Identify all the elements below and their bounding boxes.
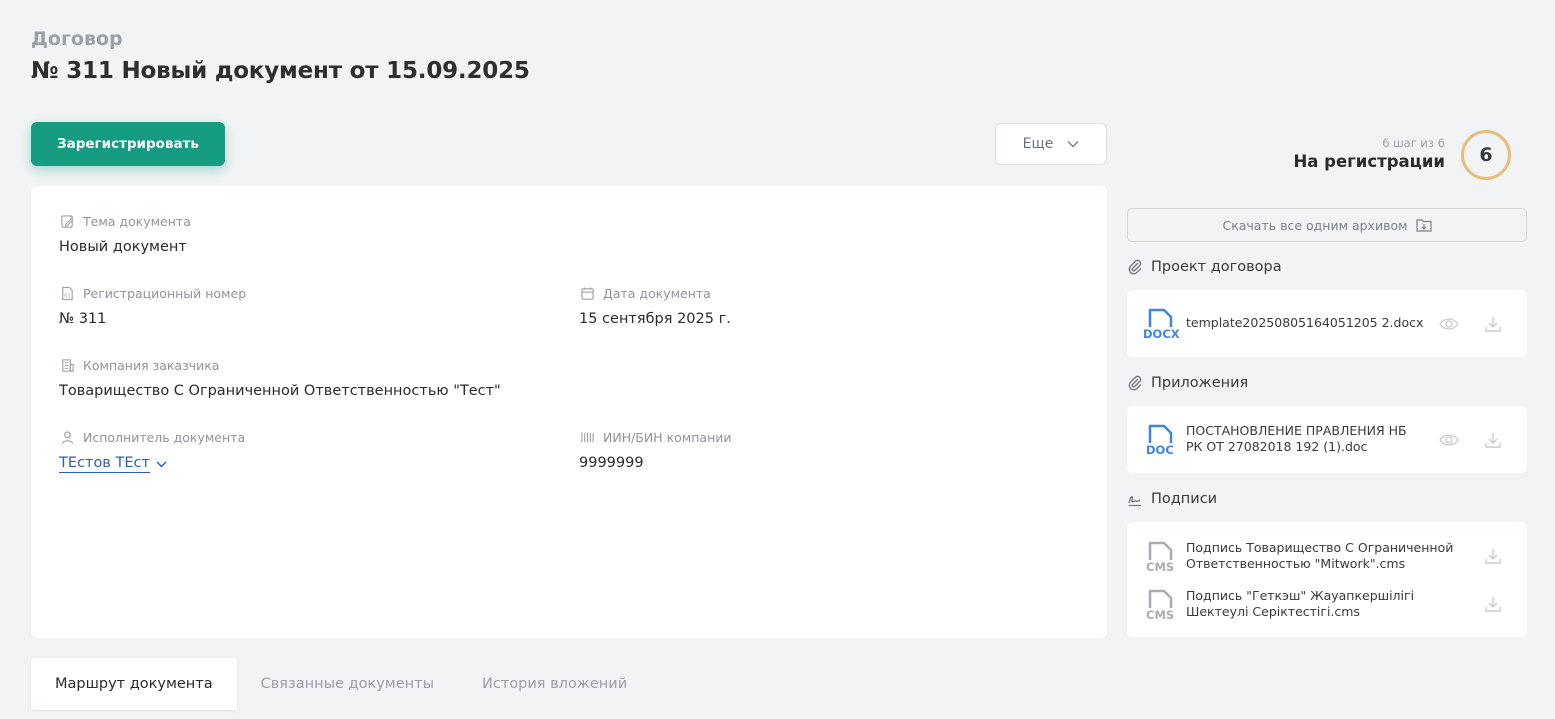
stage-name: На регистрации (1293, 152, 1445, 171)
iin-value: 9999999 (579, 455, 644, 471)
paperclip-icon (1128, 375, 1142, 391)
page-title: № 311 Новый документ от 15.09.2025 (31, 58, 530, 84)
file-name[interactable]: ПОСТАНОВЛЕНИЕ ПРАВЛЕНИЯ НБ РК ОТ 2708201… (1186, 423, 1418, 455)
signature-icon (1128, 495, 1141, 507)
cms-file-icon: CMS (1141, 538, 1181, 574)
file-ext: CMS (1146, 560, 1175, 574)
eye-icon[interactable] (1439, 433, 1459, 447)
file-ext: CMS (1146, 608, 1175, 622)
doc-date-label: Дата документа (580, 286, 711, 301)
file-name[interactable]: template20250805164051205 2.docx (1186, 315, 1426, 331)
signatures-section-label: Подписи (1151, 491, 1218, 507)
user-icon (61, 431, 74, 444)
document-tabs: Маршрут документа Связанные документы Ис… (31, 658, 651, 710)
file-name[interactable]: Подпись Товарищество С Ограниченной Отве… (1186, 540, 1468, 572)
doc-date-value: 15 сентября 2025 г. (579, 311, 731, 327)
download-archive-button[interactable]: Скачать все одним архивом (1127, 208, 1527, 242)
svg-text:01: 01 (64, 294, 71, 300)
cms-file-icon: CMS (1141, 586, 1181, 622)
executor-dropdown[interactable]: ТЕстов ТЕст (59, 455, 167, 473)
register-button[interactable]: Зарегистрировать (31, 122, 225, 166)
attachments-section-label: Приложения (1151, 375, 1249, 391)
more-label: Еще (1022, 136, 1054, 152)
download-archive-label: Скачать все одним архивом (1222, 217, 1408, 233)
file-item: DOCX template20250805164051205 2.docx (1141, 305, 1527, 341)
iin-label-text: ИИН/БИН компании (603, 430, 732, 445)
contract-section-title: Проект договора (1127, 259, 1282, 275)
contract-file-card: DOCX template20250805164051205 2.docx (1127, 290, 1527, 357)
document-type-label: Договор (31, 28, 123, 50)
reg-number-label-text: Регистрационный номер (83, 286, 247, 301)
barcode-icon (581, 432, 594, 443)
chevron-down-icon (156, 461, 167, 467)
attachments-file-card: DOC ПОСТАНОВЛЕНИЕ ПРАВЛЕНИЯ НБ РК ОТ 270… (1127, 406, 1527, 473)
file-ext: DOCX (1143, 327, 1180, 341)
tab-attachment-history[interactable]: История вложений (458, 658, 651, 710)
doc-file-icon: DOC (1141, 421, 1181, 457)
calendar-icon (581, 287, 594, 300)
step-progress-ring: 6 (1461, 130, 1511, 180)
step-counter: 6 шаг из 6 (1382, 136, 1445, 150)
company-value: Товарищество С Ограниченной Ответственно… (59, 383, 501, 399)
download-icon[interactable] (1484, 315, 1502, 333)
subject-label-text: Тема документа (83, 214, 191, 229)
file-item: CMS Подпись Товарищество С Ограниченной … (1141, 538, 1527, 574)
file-item: DOC ПОСТАНОВЛЕНИЕ ПРАВЛЕНИЯ НБ РК ОТ 270… (1141, 421, 1527, 457)
paperclip-icon (1128, 259, 1142, 275)
download-icon[interactable] (1484, 595, 1502, 613)
download-icon[interactable] (1484, 547, 1502, 565)
folder-download-icon (1415, 219, 1432, 232)
numbered-document-icon: 01 (62, 286, 73, 301)
tab-related-documents[interactable]: Связанные документы (237, 658, 458, 710)
file-name[interactable]: Подпись "Геткэш" Жауапкершілігі Шектеулі… (1186, 588, 1468, 620)
building-icon (62, 359, 74, 372)
reg-number-value: № 311 (59, 311, 107, 327)
tab-route[interactable]: Маршрут документа (31, 658, 237, 710)
signatures-file-card: CMS Подпись Товарищество С Ограниченной … (1127, 522, 1527, 637)
reg-number-label: 01 Регистрационный номер (60, 286, 246, 301)
executor-label-text: Исполнитель документа (83, 430, 246, 445)
subject-value: Новый документ (59, 239, 187, 255)
more-dropdown-button[interactable]: Еще (995, 123, 1107, 165)
iin-label: ИИН/БИН компании (580, 430, 732, 445)
doc-date-label-text: Дата документа (603, 286, 711, 301)
eye-icon[interactable] (1439, 317, 1459, 331)
executor-label: Исполнитель документа (60, 430, 245, 445)
edit-document-icon (61, 215, 74, 228)
document-details-card: Тема документа Новый документ 01 Регистр… (31, 186, 1107, 638)
signatures-section-title: Подписи (1127, 491, 1217, 507)
download-icon[interactable] (1484, 431, 1502, 449)
file-ext: DOC (1146, 443, 1174, 457)
file-item: CMS Подпись "Геткэш" Жауапкершілігі Шект… (1141, 586, 1527, 622)
docx-file-icon: DOCX (1141, 305, 1181, 341)
contract-section-label: Проект договора (1151, 259, 1282, 275)
chevron-down-icon (1067, 140, 1079, 148)
company-label-text: Компания заказчика (83, 358, 220, 373)
company-label: Компания заказчика (60, 358, 219, 373)
subject-label: Тема документа (60, 214, 191, 229)
executor-link[interactable]: ТЕстов ТЕст (59, 455, 150, 473)
attachments-section-title: Приложения (1127, 375, 1248, 391)
